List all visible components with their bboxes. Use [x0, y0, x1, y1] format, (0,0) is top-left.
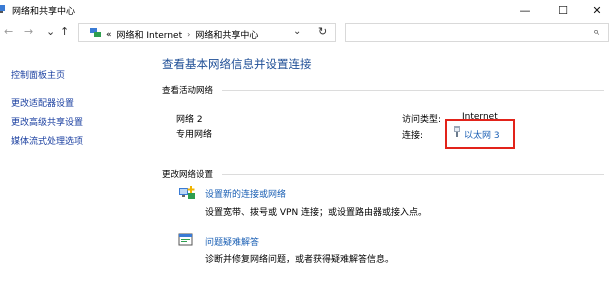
minimize-button[interactable]: — [509, 0, 541, 20]
refresh-icon[interactable]: ↻ [318, 25, 327, 38]
network-name: 网络 2 [176, 115, 203, 125]
breadcrumb-separator: › [187, 30, 191, 39]
setup-connection-link[interactable]: 设置新的连接或网络 [205, 187, 286, 200]
network-center-icon [0, 4, 7, 14]
sidebar-item-media-streaming[interactable]: 媒体流式处理选项 [11, 134, 83, 147]
forward-arrow-icon[interactable]: → [24, 25, 33, 38]
section-divider [222, 174, 604, 175]
dropdown-chevron-icon[interactable]: ⌄ [46, 25, 55, 38]
back-arrow-icon[interactable]: ← [4, 25, 13, 38]
page-title: 查看基本网络信息并设置连接 [162, 57, 312, 71]
maximize-button[interactable]: ☐ [547, 0, 579, 20]
network-type: 专用网络 [176, 130, 213, 140]
title-bar: 网络和共享中心 — ☐ ✕ [0, 0, 612, 20]
up-arrow-icon[interactable]: ↑ [60, 25, 69, 38]
breadcrumb-item[interactable]: 网络和共享中心 [195, 28, 258, 41]
search-input[interactable] [345, 23, 609, 42]
sidebar-item-control-panel-home[interactable]: 控制面板主页 [11, 68, 65, 81]
highlight-box [445, 119, 515, 149]
access-type-label: 访问类型: [402, 115, 442, 125]
troubleshoot-description: 诊断并修复网络问题，或者获得疑难解答信息。 [205, 255, 395, 265]
sidebar-item-adapter-settings[interactable]: 更改适配器设置 [11, 96, 74, 109]
breadcrumb: « 网络和 Internet › 网络和共享中心 [90, 28, 258, 41]
window-title: 网络和共享中心 [12, 7, 76, 17]
troubleshoot-link[interactable]: 问题疑难解答 [205, 235, 259, 248]
sidebar-item-advanced-sharing[interactable]: 更改高级共享设置 [11, 115, 83, 128]
connection-label: 连接: [402, 131, 424, 141]
address-history-chevron-icon[interactable]: ⌄ [293, 26, 301, 37]
new-connection-icon [178, 185, 196, 204]
section-divider [222, 90, 604, 91]
section-label-active-networks: 查看活动网络 [162, 86, 214, 96]
setup-connection-description: 设置宽带、拨号或 VPN 连接；或设置路由器或接入点。 [205, 208, 428, 218]
search-icon[interactable]: ⌕ [593, 25, 599, 39]
network-location-icon [90, 28, 101, 41]
close-button[interactable]: ✕ [581, 0, 612, 20]
breadcrumb-item[interactable]: 网络和 Internet [117, 28, 183, 41]
section-label-change-settings: 更改网络设置 [162, 170, 214, 180]
breadcrumb-overflow[interactable]: « [106, 30, 112, 40]
troubleshoot-icon [178, 233, 194, 250]
